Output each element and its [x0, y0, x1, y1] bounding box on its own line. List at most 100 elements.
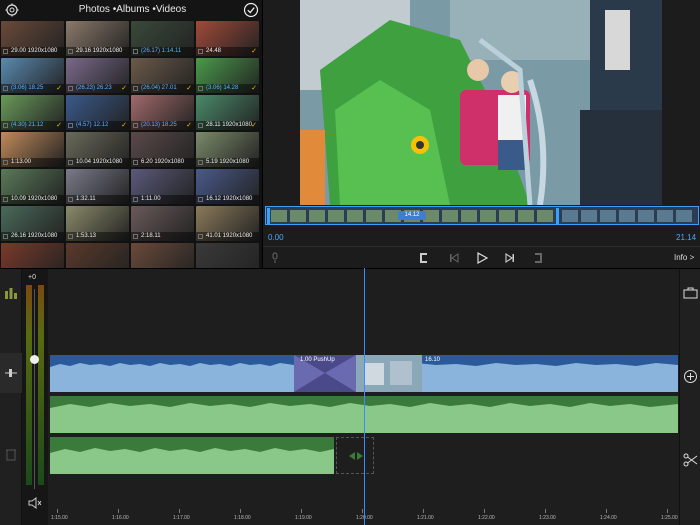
media-thumbnail[interactable]: 28.11 1920x1080 ✓ — [196, 95, 259, 130]
thumbnail-caption: 6.20 1920x1080 — [131, 158, 194, 167]
thumbnail-caption: (26.17) 1:14.11 — [131, 47, 194, 56]
scissors-icon[interactable] — [683, 453, 698, 467]
media-thumbnail[interactable]: (20.13) 18.25 ✓ — [131, 95, 194, 130]
media-thumbnail[interactable]: 29.00 1920x1080 — [1, 21, 64, 56]
transition-label: 1.00 PushUp — [300, 357, 335, 363]
media-thumbnail[interactable] — [131, 243, 194, 268]
gear-icon[interactable] — [5, 3, 19, 17]
checkmark-icon: ✓ — [251, 85, 257, 92]
media-thumbnail[interactable]: (26.23) 26.23 ✓ — [66, 58, 129, 93]
checkmark-icon: ✓ — [186, 122, 192, 129]
go-to-start-icon[interactable] — [418, 252, 430, 264]
ruler-tick — [240, 509, 241, 513]
media-thumbnail[interactable] — [66, 243, 129, 268]
browser-title[interactable]: Photos •Albums •Videos — [60, 4, 205, 15]
checkmark-icon: ✓ — [251, 48, 257, 55]
media-thumbnail[interactable]: 10.09 1920x1080 — [1, 169, 64, 204]
media-thumbnail[interactable] — [196, 243, 259, 268]
thumbnail-caption: 10.04 1920x1080 — [66, 158, 129, 167]
timeline-playhead[interactable] — [364, 268, 365, 525]
thumbnail-caption: (26.23) 26.23 — [66, 84, 129, 93]
left-tool-bar — [0, 269, 22, 525]
thumbnail-grid: 29.00 1920x1080 29.16 1920x1080 (26.17) 1:… — [0, 21, 262, 268]
checkmark-circle-icon[interactable] — [243, 2, 259, 18]
pushup-transition[interactable]: 1.00 PushUp — [294, 355, 356, 392]
media-thumbnail[interactable]: 6.20 1920x1080 — [131, 132, 194, 167]
ruler-tick — [301, 509, 302, 513]
checkmark-icon: ✓ — [56, 85, 62, 92]
media-thumbnail[interactable]: 29.16 1920x1080 — [66, 21, 129, 56]
volume-meter-column: +0 — [22, 269, 48, 525]
ruler-tick-label: 1:24.00 — [600, 515, 617, 521]
media-thumbnail[interactable]: 5.19 1920x1080 — [196, 132, 259, 167]
media-thumbnail[interactable]: 16.12 1920x1080 — [196, 169, 259, 204]
media-thumbnail[interactable]: 1:53.13 — [66, 206, 129, 241]
media-thumbnail[interactable]: 2:18.11 — [131, 206, 194, 241]
thumbnail-caption: 1:53.13 — [66, 232, 129, 241]
previous-frame-icon[interactable] — [448, 252, 460, 264]
preview-viewer: 14.12 0.00 21.14 Info > — [262, 0, 700, 268]
info-button[interactable]: Info > — [674, 253, 694, 262]
media-thumbnail[interactable]: 41.01 1920x1080 — [196, 206, 259, 241]
speaker-icon[interactable] — [28, 497, 42, 509]
toolbox-icon[interactable] — [683, 287, 698, 299]
thumbnail-caption: 16.12 1920x1080 — [196, 195, 259, 204]
media-thumbnail[interactable]: (3.06) 18.25 ✓ — [1, 58, 64, 93]
waveform — [50, 363, 294, 392]
media-thumbnail[interactable]: (26.17) 1:14.11 — [131, 21, 194, 56]
thumbnail-caption: 1:11.00 — [131, 195, 194, 204]
checkmark-icon: ✓ — [56, 122, 62, 129]
media-thumbnail[interactable]: (4.30) 21.12 ✓ — [1, 95, 64, 130]
db-label: +0 — [28, 274, 36, 281]
ruler-tick-label: 1:15.00 — [51, 515, 68, 521]
media-thumbnail[interactable] — [1, 243, 64, 268]
mixer-tab[interactable] — [0, 353, 22, 393]
ruler-tick — [484, 509, 485, 513]
checkmark-icon: ✓ — [186, 85, 192, 92]
clip-duration: 16.10 — [425, 357, 441, 363]
video-clip-2[interactable]: 16.10 — [356, 355, 678, 392]
ruler-tick-label: 1:19.00 — [295, 515, 312, 521]
filmstrip-frames — [266, 207, 698, 224]
thumbnail-caption: (20.13) 18.25 — [131, 121, 194, 130]
add-circle-icon[interactable] — [683, 369, 698, 384]
volume-slider-knob[interactable] — [30, 355, 39, 364]
ruler-tick-label: 1:25.00 — [661, 515, 678, 521]
media-thumbnail[interactable]: 26.16 1920x1080 — [1, 206, 64, 241]
ruler-tick-label: 1:17.00 — [173, 515, 190, 521]
thumbnail-caption: 29.00 1920x1080 — [1, 47, 64, 56]
next-frame-icon[interactable] — [504, 252, 516, 264]
media-thumbnail[interactable]: (4.57) 12.12 ✓ — [66, 95, 129, 130]
video-preview[interactable] — [300, 0, 662, 205]
preview-frame-illustration — [300, 0, 662, 205]
audio-levels-icon[interactable] — [4, 287, 18, 299]
media-thumbnail[interactable]: (3.06) 14.28 ✓ — [196, 58, 259, 93]
meter-left — [26, 285, 32, 485]
thumbnail-caption: 28.11 1920x1080 — [196, 121, 259, 130]
ruler-tick-label: 1:21.00 — [417, 515, 434, 521]
thumbnail-caption: 1:13.00 — [1, 158, 64, 167]
thumbnail-caption: 24.48 — [196, 47, 259, 56]
audio-mic-icon[interactable] — [269, 252, 281, 264]
empty-slot[interactable] — [336, 437, 374, 474]
go-to-end-icon[interactable] — [532, 252, 544, 264]
ruler-tick-label: 1:18.00 — [234, 515, 251, 521]
media-thumbnail[interactable]: 24.48 ✓ — [196, 21, 259, 56]
trash-icon[interactable] — [5, 447, 17, 461]
video-clip-1[interactable] — [50, 355, 294, 392]
media-thumbnail[interactable]: 1:13.00 — [1, 132, 64, 167]
filmstrip-scrubber[interactable]: 14.12 — [265, 206, 699, 225]
media-thumbnail[interactable]: (26.04) 27.01 ✓ — [131, 58, 194, 93]
thumbnail-caption: 2:18.11 — [131, 232, 194, 241]
waveform — [50, 448, 334, 474]
thumbnail-caption: 41.01 1920x1080 — [196, 232, 259, 241]
media-thumbnail[interactable]: 1:11.00 — [131, 169, 194, 204]
thumbnail-caption: (3.06) 14.28 — [196, 84, 259, 93]
media-thumbnail[interactable]: 1:32.11 — [66, 169, 129, 204]
audio-clip-2[interactable] — [50, 437, 334, 474]
volume-slider-track — [34, 289, 35, 489]
play-icon[interactable] — [476, 252, 488, 264]
checkmark-icon: ✓ — [121, 122, 127, 129]
media-thumbnail[interactable]: 10.04 1920x1080 — [66, 132, 129, 167]
ruler-tick — [362, 509, 363, 513]
